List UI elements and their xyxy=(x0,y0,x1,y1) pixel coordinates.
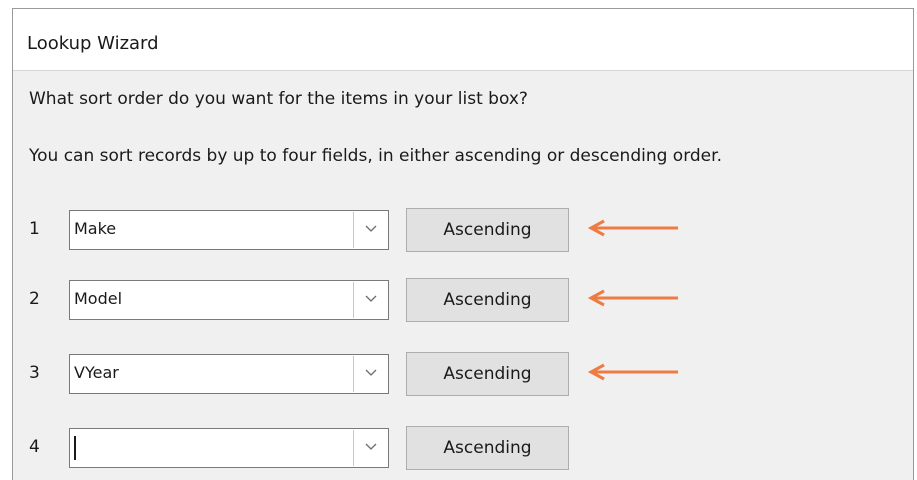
sort-order-button-2[interactable]: Ascending xyxy=(406,278,569,322)
dropdown-button[interactable] xyxy=(353,430,387,466)
dropdown-button[interactable] xyxy=(353,212,387,248)
sort-field-combo-2[interactable]: Model xyxy=(69,280,389,320)
sort-field-value: Make xyxy=(74,219,117,238)
text-cursor xyxy=(74,436,76,460)
sort-field-combo-1[interactable]: Make xyxy=(69,210,389,250)
dropdown-button[interactable] xyxy=(353,282,387,318)
title-bar: Lookup Wizard xyxy=(13,9,913,71)
sort-field-combo-3[interactable]: VYear xyxy=(69,354,389,394)
lookup-wizard-dialog: Lookup Wizard What sort order do you wan… xyxy=(12,8,914,480)
wizard-instruction: You can sort records by up to four field… xyxy=(29,146,722,166)
sort-row-4: 4 Ascending xyxy=(13,426,913,470)
sort-row-number: 3 xyxy=(29,363,40,383)
sort-row-number: 4 xyxy=(29,437,40,457)
chevron-down-icon xyxy=(365,369,377,376)
sort-row-number: 1 xyxy=(29,219,40,239)
sort-row-1: 1 Make Ascending xyxy=(13,208,913,252)
sort-field-value: Model xyxy=(74,289,123,308)
sort-row-number: 2 xyxy=(29,289,40,309)
sort-row-3: 3 VYear Ascending xyxy=(13,352,913,396)
chevron-down-icon xyxy=(365,443,377,450)
sort-order-button-3[interactable]: Ascending xyxy=(406,352,569,396)
sort-row-2: 2 Model Ascending xyxy=(13,278,913,322)
window-title: Lookup Wizard xyxy=(27,33,159,54)
arrow-left-icon xyxy=(587,363,678,381)
chevron-down-icon xyxy=(365,225,377,232)
arrow-left-icon xyxy=(587,289,678,307)
chevron-down-icon xyxy=(365,295,377,302)
dropdown-button[interactable] xyxy=(353,356,387,392)
sort-order-button-4[interactable]: Ascending xyxy=(406,426,569,470)
sort-field-value: VYear xyxy=(74,363,119,382)
sort-order-button-1[interactable]: Ascending xyxy=(406,208,569,252)
wizard-question: What sort order do you want for the item… xyxy=(29,89,528,109)
sort-field-combo-4[interactable] xyxy=(69,428,389,468)
arrow-left-icon xyxy=(587,219,678,237)
